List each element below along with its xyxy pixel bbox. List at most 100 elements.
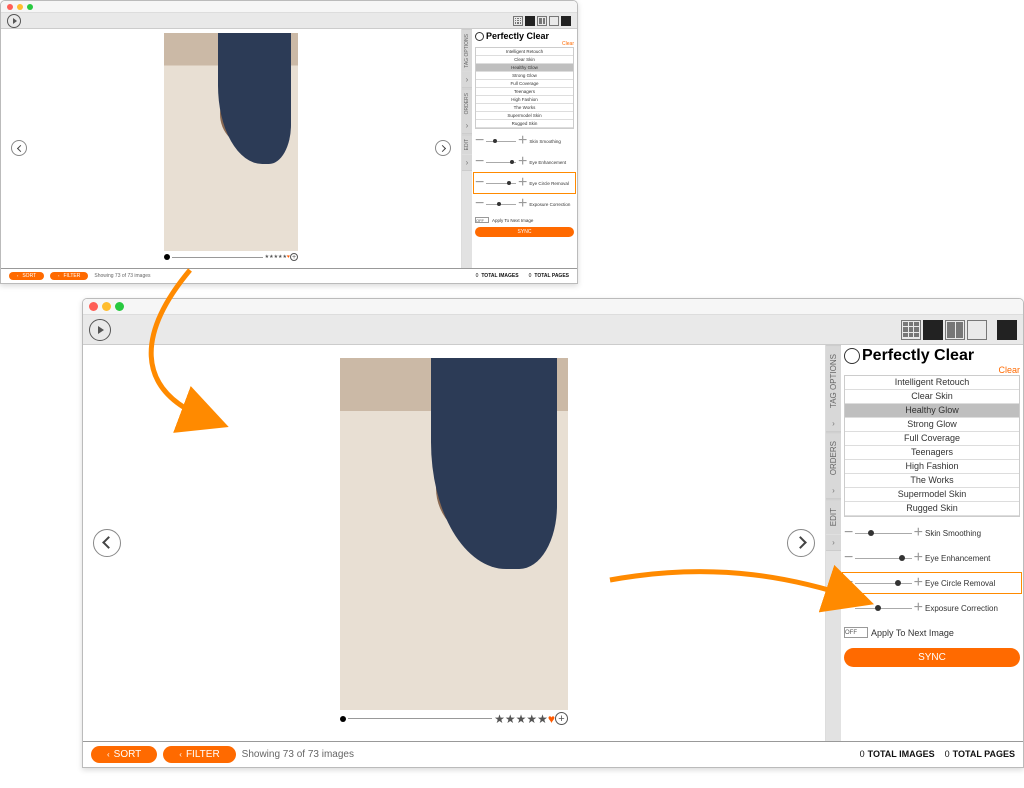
view-fullscreen-icon[interactable] <box>549 16 559 26</box>
tab-edit[interactable]: EDIT <box>826 499 841 534</box>
adjust-slider[interactable]: −+Eye Enhancement <box>844 549 1020 567</box>
next-image-button[interactable] <box>435 140 451 156</box>
minimize-dot[interactable] <box>102 302 111 311</box>
preset-item[interactable]: Teenagers <box>845 446 1019 460</box>
preset-item[interactable]: Supermodel Skin <box>476 112 573 120</box>
app-window-large: ★★★★★ ♥ + TAG OPTIONS › ORDERS › EDIT › <box>82 298 1024 768</box>
slider-label: Skin Smoothing <box>529 139 574 144</box>
view-fullscreen-icon[interactable] <box>967 320 987 340</box>
clear-link[interactable]: Clear <box>844 365 1020 375</box>
next-image-button[interactable] <box>787 529 815 557</box>
total-images-label: TOTAL IMAGES <box>868 749 935 759</box>
preset-item[interactable]: Teenagers <box>476 88 573 96</box>
sort-button[interactable]: ‹SORT <box>91 746 157 763</box>
preset-item[interactable]: Clear Skin <box>476 56 573 64</box>
tab-expand-icon[interactable]: › <box>826 483 841 499</box>
filter-button[interactable]: ‹FILTER <box>163 746 235 763</box>
play-button[interactable] <box>89 319 111 341</box>
preset-item[interactable]: Supermodel Skin <box>845 488 1019 502</box>
app-window-small: ★★★★★ ♥ + TAG OPTIONS › ORDERS › EDIT › <box>0 0 578 284</box>
preset-item[interactable]: The Works <box>845 474 1019 488</box>
tab-orders[interactable]: ORDERS <box>462 88 472 118</box>
minimize-dot[interactable] <box>17 4 23 10</box>
view-single-icon[interactable] <box>525 16 535 26</box>
preset-list: Intelligent RetouchClear SkinHealthy Glo… <box>475 47 574 129</box>
tab-expand-icon[interactable]: › <box>462 155 472 171</box>
tab-expand-icon[interactable]: › <box>826 535 841 551</box>
scrub-track[interactable] <box>348 718 492 719</box>
preset-item[interactable]: Rugged Skin <box>476 120 573 128</box>
close-dot[interactable] <box>7 4 13 10</box>
preset-item[interactable]: Intelligent Retouch <box>476 48 573 56</box>
apply-next-toggle[interactable]: OFF <box>844 627 868 638</box>
adjust-slider[interactable]: −+Eye Circle Removal <box>475 174 574 192</box>
preset-item[interactable]: Rugged Skin <box>845 502 1019 516</box>
slider-label: Eye Enhancement <box>529 160 574 165</box>
prev-image-button[interactable] <box>11 140 27 156</box>
tab-expand-icon[interactable]: › <box>826 416 841 432</box>
view-single-icon[interactable] <box>923 320 943 340</box>
preset-item[interactable]: Full Coverage <box>476 80 573 88</box>
download-icon[interactable] <box>561 16 571 26</box>
view-grid-icon[interactable] <box>901 320 921 340</box>
prev-image-button[interactable] <box>93 529 121 557</box>
rating-stars[interactable]: ★★★★★ <box>494 712 548 726</box>
apply-next-toggle[interactable]: OFF <box>475 217 489 223</box>
preset-item[interactable]: The Works <box>476 104 573 112</box>
rating-stars[interactable]: ★★★★★ <box>265 254 287 260</box>
scrub-thumb[interactable] <box>164 254 170 260</box>
view-compare-icon[interactable] <box>537 16 547 26</box>
tab-tag-options[interactable]: TAG OPTIONS <box>826 345 841 416</box>
preset-item[interactable]: Intelligent Retouch <box>845 376 1019 390</box>
total-pages-label: TOTAL PAGES <box>534 273 569 279</box>
preset-item[interactable]: Strong Glow <box>845 418 1019 432</box>
preset-item[interactable]: High Fashion <box>845 460 1019 474</box>
total-images-count: 0 <box>860 749 865 759</box>
tab-orders[interactable]: ORDERS <box>826 432 841 483</box>
perfectly-clear-logo: Perfectly Clear <box>475 31 574 41</box>
toolbar <box>1 13 577 29</box>
favorite-icon[interactable]: ♥ <box>548 712 555 726</box>
view-grid-icon[interactable] <box>513 16 523 26</box>
add-icon[interactable]: + <box>290 253 298 261</box>
zoom-dot[interactable] <box>115 302 124 311</box>
filter-button[interactable]: ‹FILTER <box>50 272 88 280</box>
adjust-slider[interactable]: −+Eye Circle Removal <box>844 574 1020 592</box>
side-panel: TAG OPTIONS › ORDERS › EDIT › Perfectly … <box>825 345 1023 741</box>
tab-edit[interactable]: EDIT <box>462 134 472 154</box>
scrub-thumb[interactable] <box>340 716 346 722</box>
download-icon[interactable] <box>997 320 1017 340</box>
play-button[interactable] <box>7 14 21 28</box>
tab-tag-options[interactable]: TAG OPTIONS <box>462 29 472 72</box>
showing-text: Showing 73 of 73 images <box>94 273 150 279</box>
total-pages-count: 0 <box>529 273 532 279</box>
adjust-slider[interactable]: −+Exposure Correction <box>844 599 1020 617</box>
sync-button[interactable]: SYNC <box>475 227 574 237</box>
sync-button[interactable]: SYNC <box>844 648 1020 667</box>
view-compare-icon[interactable] <box>945 320 965 340</box>
preset-item[interactable]: High Fashion <box>476 96 573 104</box>
preset-item[interactable]: Full Coverage <box>845 432 1019 446</box>
adjust-slider[interactable]: −+Exposure Correction <box>475 195 574 213</box>
slider-label: Eye Enhancement <box>925 554 1020 563</box>
preset-item[interactable]: Strong Glow <box>476 72 573 80</box>
preset-item[interactable]: Healthy Glow <box>476 64 573 72</box>
image-controls: ★★★★★ ♥ + <box>164 251 298 263</box>
titlebar <box>1 1 577 13</box>
preset-item[interactable]: Clear Skin <box>845 390 1019 404</box>
slider-label: Eye Circle Removal <box>529 181 574 186</box>
tab-expand-icon[interactable]: › <box>462 118 472 134</box>
footer: ‹SORT ‹FILTER Showing 73 of 73 images 0T… <box>83 741 1023 767</box>
adjust-slider[interactable]: −+Skin Smoothing <box>844 524 1020 542</box>
close-dot[interactable] <box>89 302 98 311</box>
add-icon[interactable]: + <box>555 712 568 725</box>
sort-button[interactable]: ‹SORT <box>9 272 44 280</box>
preset-item[interactable]: Healthy Glow <box>845 404 1019 418</box>
zoom-dot[interactable] <box>27 4 33 10</box>
scrub-track[interactable] <box>172 257 263 258</box>
side-panel: TAG OPTIONS › ORDERS › EDIT › Perfectly … <box>461 29 577 268</box>
adjust-slider[interactable]: −+Eye Enhancement <box>475 153 574 171</box>
adjust-slider[interactable]: −+Skin Smoothing <box>475 132 574 150</box>
titlebar <box>83 299 1023 315</box>
tab-expand-icon[interactable]: › <box>462 72 472 88</box>
